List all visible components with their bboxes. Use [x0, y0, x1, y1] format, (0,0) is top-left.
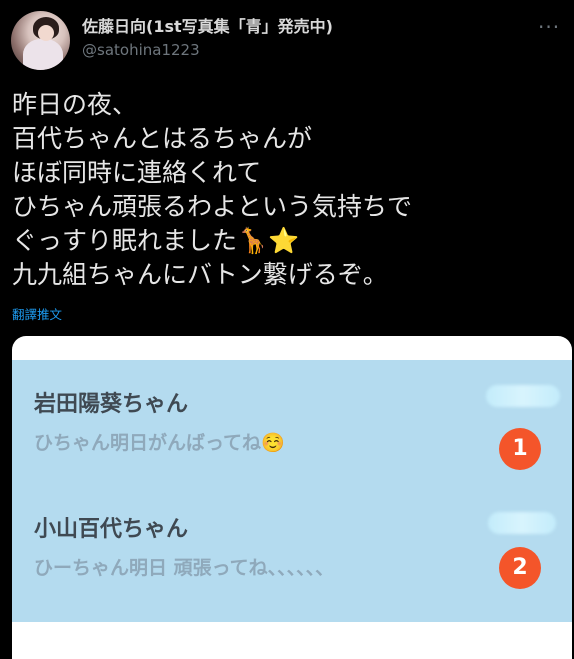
translate-tweet-link[interactable]: 翻譯推文: [12, 304, 62, 323]
tweet-line: 昨日の夜、: [12, 90, 138, 119]
tweet-line: 百代ちゃんとはるちゃんが: [12, 124, 313, 153]
unread-count-badge: 1: [499, 428, 541, 470]
tweet-header: 佐藤日向(1st写真集「青」発売中) @satohina1223 ···: [0, 0, 574, 80]
sender-name: 小山百代ちゃん: [34, 517, 189, 542]
avatar[interactable]: [11, 11, 70, 70]
message-preview: ひちゃん明日がんばってね☺️: [34, 432, 285, 454]
avatar-figure-face: [38, 25, 54, 41]
display-name[interactable]: 佐藤日向(1st写真集「青」発売中): [82, 13, 333, 37]
avatar-figure-body: [23, 39, 63, 70]
user-handle[interactable]: @satohina1223: [82, 41, 200, 59]
more-options-icon[interactable]: ···: [538, 15, 570, 39]
tweet-line: ぐっすり眠れました🦒⭐️: [12, 226, 300, 255]
tweet-line: ひちゃん頑張るわよという気持ちで: [12, 192, 413, 221]
tweet-text: 昨日の夜、 百代ちゃんとはるちゃんが ほぼ同時に連絡くれて ひちゃん頑張るわよと…: [12, 88, 567, 292]
image-bottom-area: [12, 622, 572, 659]
blurred-timestamp: [488, 512, 556, 534]
notification-item: 岩田陽葵ちゃん ひちゃん明日がんばってね☺️ 1: [12, 370, 572, 490]
tweet-line: 九九組ちゃんにバトン繋げるぞ。: [12, 260, 388, 289]
message-preview: ひーちゃん明日 頑張ってね、、、、、、: [34, 557, 335, 579]
unread-count-badge: 2: [499, 547, 541, 589]
sender-name: 岩田陽葵ちゃん: [34, 392, 189, 417]
tweet-image[interactable]: 岩田陽葵ちゃん ひちゃん明日がんばってね☺️ 1 小山百代ちゃん ひーちゃん明日…: [12, 336, 572, 659]
blurred-timestamp: [486, 385, 560, 407]
notification-list: 岩田陽葵ちゃん ひちゃん明日がんばってね☺️ 1 小山百代ちゃん ひーちゃん明日…: [12, 360, 572, 622]
tweet-line: ほぼ同時に連絡くれて: [12, 158, 262, 187]
notification-item: 小山百代ちゃん ひーちゃん明日 頑張ってね、、、、、、 2: [12, 495, 572, 615]
